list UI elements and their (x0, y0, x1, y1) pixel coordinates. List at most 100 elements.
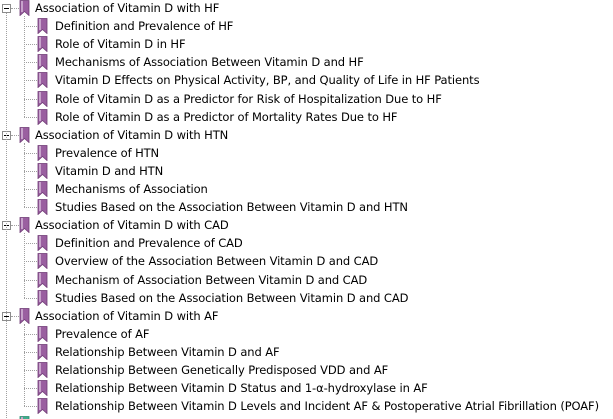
bookmark-icon (19, 127, 30, 143)
tree-connector-line (24, 26, 37, 27)
bookmark-label[interactable]: Vitamin D Effects on Physical Activity, … (55, 71, 480, 89)
bookmark-icon (37, 163, 48, 179)
tree-connector-line (24, 171, 37, 172)
bookmark-row[interactable]: Relationship Between Vitamin D Levels an… (0, 397, 613, 415)
tree-connector-line (24, 243, 37, 244)
tree-connector-line (6, 13, 7, 419)
tree-connector-line (24, 153, 37, 154)
bookmark-icon (37, 398, 48, 414)
bookmark-label[interactable]: Mechanisms of Association (55, 180, 208, 198)
tree-connector-line (24, 207, 37, 208)
tree-connector-line (24, 117, 37, 118)
tree-connector-line (24, 352, 37, 353)
bookmark-icon (37, 235, 48, 251)
bookmark-row[interactable]: Vitamin D and HTN (0, 162, 613, 180)
bookmark-label[interactable]: Relationship Between Vitamin D and AF (55, 343, 280, 361)
bookmark-row[interactable]: Definition and Prevalence of CAD (0, 234, 613, 252)
bookmark-row[interactable]: Role of Vitamin D as a Predictor for Ris… (0, 90, 613, 108)
tree-connector-line (24, 324, 25, 406)
bookmark-label[interactable]: Overview of the Association Between Vita… (55, 252, 378, 270)
section-label[interactable]: Association of Vitamin D with HF (35, 0, 219, 17)
tree-connector-line (11, 8, 19, 9)
tree-connector-line (24, 80, 37, 81)
tree-connector-line (24, 261, 37, 262)
bookmark-row[interactable]: Studies Based on the Association Between… (0, 289, 613, 307)
tree-connector-line (24, 298, 37, 299)
section-row[interactable]: Association of Vitamin D with HF (0, 0, 613, 17)
section-row[interactable]: Association of Vitamin D with AF (0, 307, 613, 325)
section-label[interactable]: Conclusions (35, 415, 104, 419)
bookmark-label[interactable]: Studies Based on the Association Between… (55, 289, 408, 307)
bookmark-label[interactable]: Mechanism of Association Between Vitamin… (55, 271, 367, 289)
bookmark-label[interactable]: Definition and Prevalence of CAD (55, 234, 243, 252)
tree-connector-line (11, 316, 19, 317)
bookmark-icon (37, 36, 48, 52)
bookmark-icon (37, 199, 48, 215)
bookmark-row[interactable]: Relationship Between Vitamin D and AF (0, 343, 613, 361)
bookmark-label[interactable]: Vitamin D and HTN (55, 162, 163, 180)
bookmark-label[interactable]: Prevalence of AF (55, 325, 149, 343)
bookmark-icon (19, 0, 30, 16)
tree-connector-line (24, 44, 37, 45)
tree-connector-line (24, 16, 25, 117)
bookmark-label[interactable]: Relationship Between Genetically Predisp… (55, 361, 388, 379)
bookmark-label[interactable]: Definition and Prevalence of HF (55, 17, 233, 35)
section-label[interactable]: Association of Vitamin D with HTN (35, 126, 228, 144)
bookmark-icon (37, 290, 48, 306)
bookmark-icon (37, 253, 48, 269)
tree-connector-line (24, 370, 37, 371)
section-label[interactable]: Association of Vitamin D with CAD (35, 216, 229, 234)
bookmark-icon (37, 326, 48, 342)
bookmark-label[interactable]: Studies Based on the Association Between… (55, 198, 408, 216)
bookmark-icon (37, 344, 48, 360)
bookmark-icon (19, 217, 30, 233)
tree-connector-line (24, 62, 37, 63)
bookmark-row[interactable]: Relationship Between Vitamin D Status an… (0, 379, 613, 397)
bookmark-row[interactable]: Prevalence of AF (0, 325, 613, 343)
bookmark-icon (37, 181, 48, 197)
bookmark-label[interactable]: Relationship Between Vitamin D Status an… (55, 379, 428, 397)
bookmark-icon (37, 380, 48, 396)
bookmark-icon (37, 18, 48, 34)
tree-connector-line (11, 225, 19, 226)
bookmark-row[interactable]: Prevalence of HTN (0, 144, 613, 162)
bookmark-label[interactable]: Role of Vitamin D as a Predictor of Mort… (55, 108, 398, 126)
bookmark-row[interactable]: Mechanism of Association Between Vitamin… (0, 271, 613, 289)
tree-connector-line (24, 406, 37, 407)
section-row[interactable]: Association of Vitamin D with CAD (0, 216, 613, 234)
tree-connector-line (24, 99, 37, 100)
bookmark-icon (37, 54, 48, 70)
tree-connector-line (24, 233, 25, 298)
collapse-expander-icon[interactable] (2, 4, 11, 13)
bookmark-row[interactable]: Mechanisms of Association (0, 180, 613, 198)
bookmark-row[interactable]: Mechanisms of Association Between Vitami… (0, 53, 613, 71)
bookmark-row[interactable]: Relationship Between Genetically Predisp… (0, 361, 613, 379)
bookmark-label[interactable]: Role of Vitamin D as a Predictor for Ris… (55, 90, 442, 108)
tree-connector-line (24, 143, 25, 207)
bookmark-icon (37, 362, 48, 378)
tree-connector-line (24, 189, 37, 190)
bookmark-row[interactable]: Overview of the Association Between Vita… (0, 252, 613, 270)
tree-connector-line (24, 280, 37, 281)
section-row[interactable]: Association of Vitamin D with HTN (0, 126, 613, 144)
bookmark-label[interactable]: Relationship Between Vitamin D Levels an… (55, 397, 599, 415)
bookmark-icon (37, 72, 48, 88)
tree-connector-line (24, 334, 37, 335)
section-label[interactable]: Association of Vitamin D with AF (35, 307, 219, 325)
bookmark-icon (37, 272, 48, 288)
tree-connector-line (24, 388, 37, 389)
tree-connector-line (11, 135, 19, 136)
bookmark-icon (37, 145, 48, 161)
bookmark-row[interactable]: Vitamin D Effects on Physical Activity, … (0, 71, 613, 89)
bookmark-label[interactable]: Prevalence of HTN (55, 144, 159, 162)
bookmark-row[interactable]: Role of Vitamin D in HF (0, 35, 613, 53)
bookmark-icon (37, 109, 48, 125)
bookmark-row[interactable]: Role of Vitamin D as a Predictor of Mort… (0, 108, 613, 126)
bookmark-icon (19, 308, 30, 324)
bookmark-icon (37, 91, 48, 107)
bookmark-row[interactable]: Definition and Prevalence of HF (0, 17, 613, 35)
bookmark-label[interactable]: Role of Vitamin D in HF (55, 35, 186, 53)
bookmarks-tree: Association of Vitamin D with HF Definiti… (0, 0, 613, 419)
bookmark-row[interactable]: Studies Based on the Association Between… (0, 198, 613, 216)
bookmark-label[interactable]: Mechanisms of Association Between Vitami… (55, 53, 364, 71)
